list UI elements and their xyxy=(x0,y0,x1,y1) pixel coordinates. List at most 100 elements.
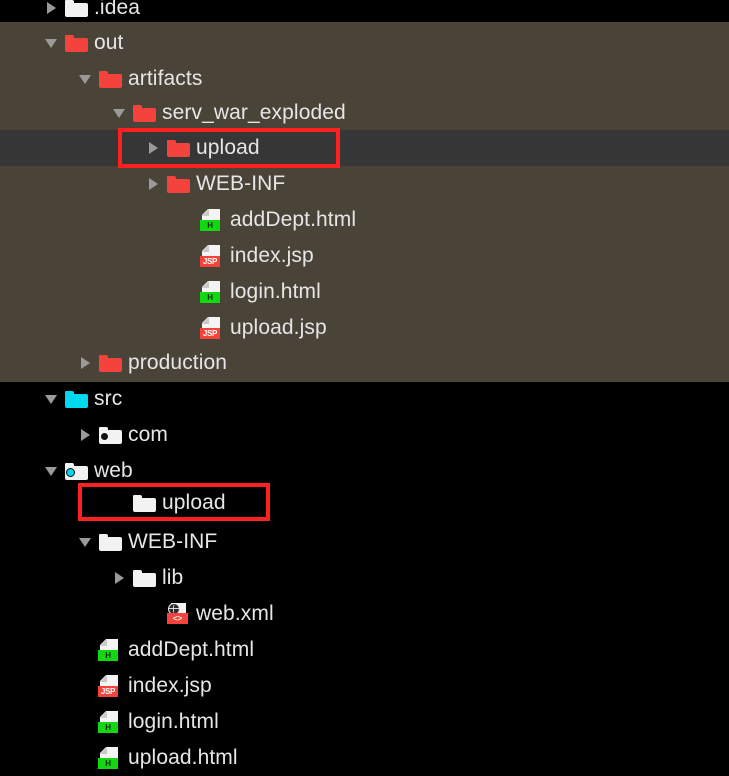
row-icon: H xyxy=(200,202,226,238)
tree-row[interactable]: upload xyxy=(0,485,729,521)
tree-row-label: index.jsp xyxy=(128,674,212,697)
chevron-placeholder xyxy=(76,704,98,740)
tree-row[interactable]: lib xyxy=(0,560,729,596)
chevron-right-icon[interactable] xyxy=(76,345,98,381)
tree-row-label: web.xml xyxy=(196,602,274,625)
tree-row[interactable]: <> web.xml xyxy=(0,596,729,632)
file-icon: H xyxy=(98,639,118,661)
project-tree-panel[interactable]: .idea out artifacts serv_war_explodedupload… xyxy=(0,0,729,769)
file-fold-corner xyxy=(202,209,209,216)
html-badge-icon: H xyxy=(98,650,118,661)
row-icon xyxy=(98,61,124,97)
tree-row-label: .idea xyxy=(94,0,141,19)
tree-row[interactable]: HaddDept.html xyxy=(0,202,729,238)
folder-icon xyxy=(65,391,88,408)
chevron-placeholder xyxy=(178,310,200,346)
tree-row[interactable]: out xyxy=(0,25,729,61)
folder-body xyxy=(65,3,88,17)
tree-row[interactable]: Hupload.html xyxy=(0,740,729,776)
tree-row[interactable]: web xyxy=(0,453,729,489)
folder-icon xyxy=(65,0,88,17)
chevron-right-icon[interactable] xyxy=(144,166,166,202)
chevron-placeholder xyxy=(110,485,132,521)
jsp-badge-icon: JSP xyxy=(98,686,118,697)
folder-icon xyxy=(133,570,156,587)
row-icon xyxy=(64,25,90,61)
html-badge-icon: H xyxy=(200,220,220,231)
xml-file-icon: <> xyxy=(167,603,188,624)
tree-row-label: upload xyxy=(196,136,260,159)
row-icon xyxy=(64,0,90,26)
tree-row[interactable]: JSP index.jsp xyxy=(0,238,729,274)
folder-body xyxy=(65,394,88,408)
folder-body xyxy=(167,143,190,157)
chevron-down-icon[interactable] xyxy=(42,381,64,417)
file-icon: H xyxy=(98,747,118,769)
folder-icon xyxy=(99,427,122,444)
chevron-placeholder xyxy=(76,632,98,668)
html-badge-icon: H xyxy=(98,722,118,733)
tree-row[interactable]: production xyxy=(0,345,729,381)
chevron-right-icon[interactable] xyxy=(110,560,132,596)
row-icon xyxy=(64,381,90,417)
html-badge-icon: H xyxy=(98,758,118,769)
row-icon: <> xyxy=(166,596,192,632)
chevron-placeholder xyxy=(144,596,166,632)
tree-row-label: upload xyxy=(162,491,226,514)
tree-row[interactable]: src xyxy=(0,381,729,417)
tree-row[interactable]: WEB-INF xyxy=(0,524,729,560)
tree-row-label: WEB-INF xyxy=(196,172,286,195)
chevron-down-icon[interactable] xyxy=(110,95,132,131)
chevron-down-icon[interactable] xyxy=(42,453,64,489)
file-icon: H xyxy=(98,711,118,733)
chevron-down-icon[interactable] xyxy=(76,524,98,560)
tree-row[interactable]: serv_war_exploded xyxy=(0,95,729,131)
tree-row-label: out xyxy=(94,31,124,54)
row-icon xyxy=(98,417,124,453)
chevron-placeholder xyxy=(178,274,200,310)
tree-row[interactable]: upload xyxy=(0,130,729,166)
tree-row-label: index.jsp xyxy=(230,244,314,267)
tree-row-label: artifacts xyxy=(128,67,203,90)
chevron-right-icon[interactable] xyxy=(144,130,166,166)
folder-icon xyxy=(133,105,156,122)
folder-body xyxy=(133,498,156,512)
folder-body xyxy=(99,537,122,551)
folder-icon xyxy=(99,534,122,551)
tree-row-label: production xyxy=(128,351,228,374)
tree-row[interactable]: artifacts xyxy=(0,61,729,97)
folder-icon xyxy=(167,176,190,193)
folder-body xyxy=(133,573,156,587)
tree-row-label: login.html xyxy=(128,710,219,733)
folder-body xyxy=(99,358,122,372)
row-icon: H xyxy=(98,632,124,668)
tree-row[interactable]: Hlogin.html xyxy=(0,704,729,740)
tree-row[interactable]: JSP upload.jsp xyxy=(0,310,729,346)
tree-row[interactable]: WEB-INF xyxy=(0,166,729,202)
tree-row[interactable]: Hlogin.html xyxy=(0,274,729,310)
file-icon: H xyxy=(200,209,220,231)
xml-badge-icon: <> xyxy=(167,613,188,624)
folder-icon xyxy=(65,35,88,52)
tree-row-label: web xyxy=(94,459,133,482)
row-icon xyxy=(166,130,192,166)
tree-row[interactable]: JSP index.jsp xyxy=(0,668,729,704)
tree-row[interactable]: HaddDept.html xyxy=(0,632,729,668)
folder-icon xyxy=(99,71,122,88)
row-icon xyxy=(98,345,124,381)
row-icon xyxy=(64,453,90,489)
tree-row[interactable]: com xyxy=(0,417,729,453)
chevron-placeholder xyxy=(76,668,98,704)
chevron-down-icon[interactable] xyxy=(42,25,64,61)
folder-body xyxy=(99,74,122,88)
chevron-right-icon[interactable] xyxy=(76,417,98,453)
file-icon: H xyxy=(200,281,220,303)
tree-row-label: addDept.html xyxy=(128,638,255,661)
row-icon: JSP xyxy=(200,310,226,346)
chevron-placeholder xyxy=(178,238,200,274)
chevron-right-icon[interactable] xyxy=(42,0,64,26)
tree-row[interactable]: .idea xyxy=(0,0,729,26)
chevron-down-icon[interactable] xyxy=(76,61,98,97)
chevron-placeholder xyxy=(178,202,200,238)
tree-row-label: lib xyxy=(162,566,184,589)
